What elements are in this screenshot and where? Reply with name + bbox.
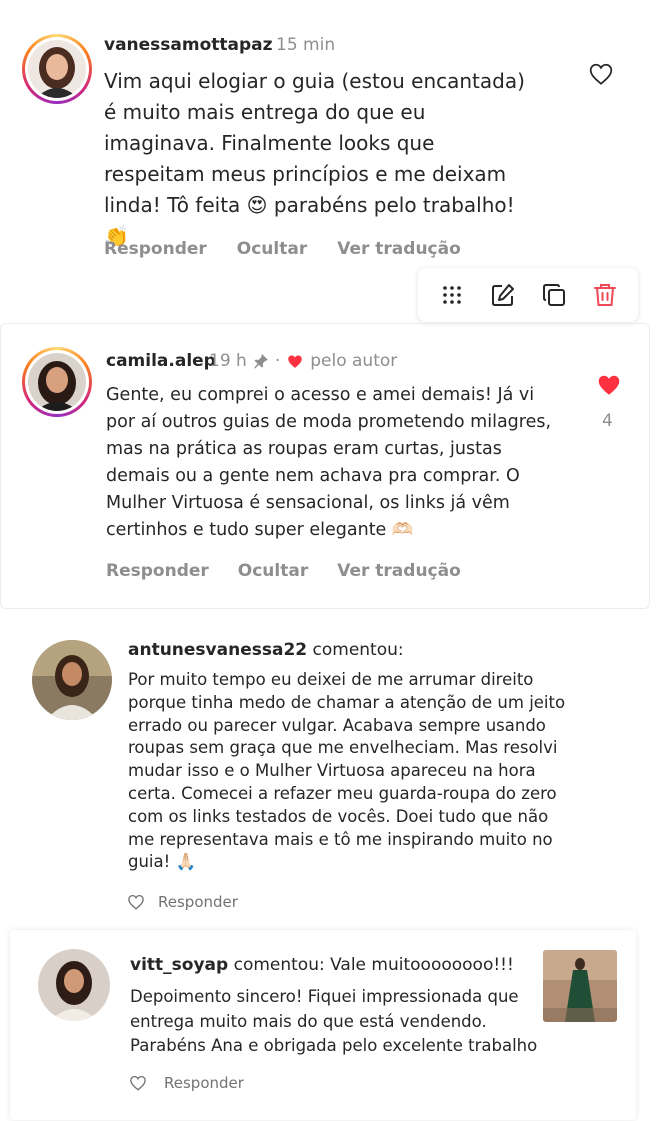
avatar[interactable] bbox=[28, 40, 86, 98]
comment-text: Vim aqui elogiar o guia (estou encantada… bbox=[104, 69, 525, 248]
edit-icon[interactable] bbox=[490, 282, 516, 308]
heart-outline-icon bbox=[130, 1075, 146, 1091]
timestamp: 19 h bbox=[209, 351, 247, 371]
author-liked-label: pelo autor bbox=[310, 351, 398, 371]
pin-icon bbox=[253, 354, 268, 369]
comment-text: Gente, eu comprei o acesso e amei demais… bbox=[106, 385, 552, 540]
heart-filled-icon bbox=[288, 354, 302, 368]
heart-filled-icon bbox=[598, 375, 620, 395]
post-thumbnail-image bbox=[543, 950, 617, 1022]
comment-text: Depoimento sincero! Fiquei impressionada… bbox=[130, 987, 538, 1055]
delete-icon[interactable] bbox=[592, 282, 618, 308]
heart-outline-icon bbox=[589, 63, 613, 85]
comment-toolbar bbox=[418, 268, 638, 322]
commented-label: comentou: bbox=[312, 640, 404, 660]
like-count: 4 bbox=[602, 411, 613, 431]
reply-button[interactable]: Responder bbox=[104, 239, 207, 259]
hide-button[interactable]: Ocultar bbox=[237, 239, 307, 259]
see-translation-button[interactable]: Ver tradução bbox=[337, 239, 461, 259]
avatar-image bbox=[28, 353, 86, 411]
copy-icon[interactable] bbox=[541, 282, 567, 308]
username[interactable]: vanessamottapaz bbox=[104, 35, 273, 55]
avatar[interactable] bbox=[28, 353, 86, 411]
hide-button[interactable]: Ocultar bbox=[238, 561, 308, 581]
like-button[interactable] bbox=[128, 1074, 148, 1092]
avatar-image bbox=[32, 640, 112, 720]
username[interactable]: vitt_soyap bbox=[130, 955, 228, 975]
like-button[interactable] bbox=[595, 372, 623, 398]
reply-button[interactable]: Responder bbox=[158, 893, 238, 911]
heart-outline-icon bbox=[128, 894, 144, 910]
like-button[interactable] bbox=[587, 61, 615, 87]
reply-button[interactable]: Responder bbox=[106, 561, 209, 581]
avatar-image bbox=[38, 949, 110, 1021]
username[interactable]: camila.alep bbox=[106, 351, 216, 371]
commented-label: comentou: Vale muitoooooooo!!! bbox=[233, 955, 514, 975]
username[interactable]: antunesvanessa22 bbox=[128, 640, 307, 660]
avatar[interactable] bbox=[38, 949, 110, 1021]
reply-button[interactable]: Responder bbox=[164, 1074, 244, 1092]
separator-dot: · bbox=[274, 351, 281, 371]
comment-text: Por muito tempo eu deixei de me arrumar … bbox=[128, 670, 566, 872]
like-button[interactable] bbox=[126, 893, 146, 911]
drag-handle-icon[interactable] bbox=[439, 282, 465, 308]
post-thumbnail[interactable] bbox=[543, 950, 617, 1022]
see-translation-button[interactable]: Ver tradução bbox=[337, 561, 461, 581]
avatar-image bbox=[28, 40, 86, 98]
avatar[interactable] bbox=[32, 640, 112, 720]
timestamp: 15 min bbox=[276, 35, 336, 55]
